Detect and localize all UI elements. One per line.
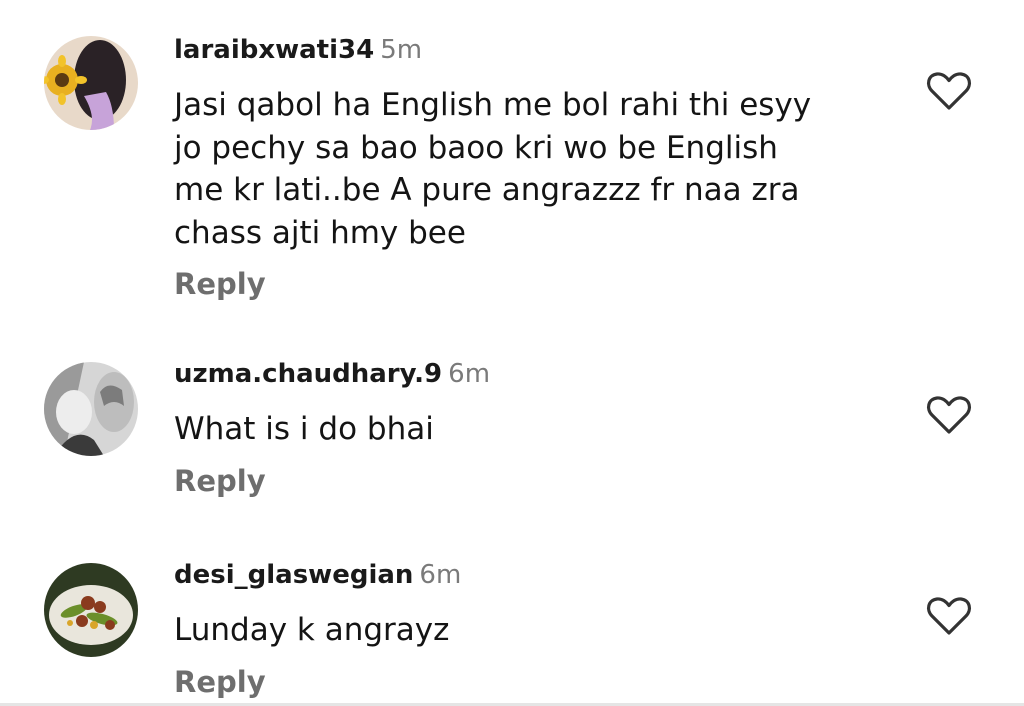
heart-outline-icon bbox=[926, 396, 972, 434]
comment-meta: uzma.chaudhary.9 6m bbox=[174, 354, 894, 394]
comment-text: Lunday k angrayz bbox=[174, 612, 450, 648]
timestamp: 6m bbox=[448, 359, 491, 389]
avatar-image bbox=[44, 563, 138, 657]
comment-meta: desi_glaswegian 6m bbox=[174, 555, 894, 595]
like-button[interactable] bbox=[926, 595, 972, 637]
heart-outline-icon bbox=[926, 597, 972, 635]
avatar-image bbox=[44, 36, 138, 130]
avatar[interactable] bbox=[44, 563, 138, 657]
avatar[interactable] bbox=[44, 36, 138, 130]
reply-button[interactable]: Reply bbox=[174, 461, 266, 501]
comment-text: Jasi qabol ha English me bol rahi thi es… bbox=[174, 87, 812, 251]
username[interactable]: uzma.chaudhary.9 bbox=[174, 359, 442, 389]
reply-button[interactable]: Reply bbox=[174, 264, 266, 304]
heart-outline-icon bbox=[926, 72, 972, 110]
timestamp: 5m bbox=[380, 35, 423, 65]
timestamp: 6m bbox=[419, 560, 462, 590]
like-button[interactable] bbox=[926, 394, 972, 436]
reply-button[interactable]: Reply bbox=[174, 662, 266, 702]
username[interactable]: desi_glaswegian bbox=[174, 560, 413, 590]
avatar[interactable] bbox=[44, 362, 138, 456]
comment-text: What is i do bhai bbox=[174, 411, 434, 447]
avatar-image bbox=[44, 362, 138, 456]
comment-meta: laraibxwati34 5m bbox=[174, 30, 894, 70]
username[interactable]: laraibxwati34 bbox=[174, 35, 374, 65]
like-button[interactable] bbox=[926, 70, 972, 112]
